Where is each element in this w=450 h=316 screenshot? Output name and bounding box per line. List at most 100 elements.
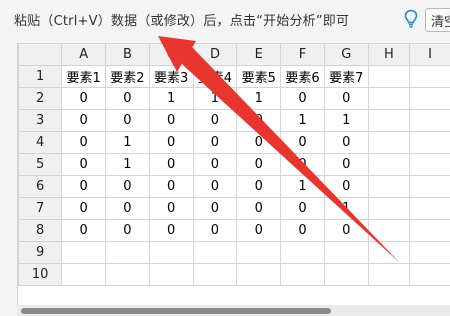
grid-cell[interactable]: 要素4 — [192, 65, 238, 88]
grid-cell[interactable]: 0 — [105, 197, 150, 220]
row-header[interactable]: 3 — [17, 109, 63, 132]
grid-cell[interactable] — [323, 263, 369, 286]
grid-cell[interactable]: 0 — [236, 175, 282, 198]
row-header[interactable]: 1 — [17, 65, 63, 88]
grid-cell[interactable]: 0 — [236, 109, 282, 132]
grid-cell[interactable] — [409, 263, 450, 286]
grid-cell[interactable] — [367, 263, 411, 286]
grid-cell[interactable]: 0 — [192, 219, 238, 242]
grid-cell[interactable]: 0 — [105, 109, 150, 132]
grid-cell[interactable] — [192, 241, 238, 264]
grid-cell[interactable]: 1 — [148, 87, 194, 110]
grid-cell[interactable] — [409, 153, 450, 176]
row-header[interactable]: 6 — [17, 175, 63, 198]
grid-cell[interactable]: 0 — [280, 87, 325, 110]
grid-cell[interactable]: 0 — [105, 87, 150, 110]
column-header-b[interactable]: B — [105, 43, 150, 66]
grid-cell[interactable]: 0 — [61, 175, 107, 198]
grid-cell[interactable]: 0 — [323, 131, 369, 154]
grid-cell[interactable]: 要素7 — [323, 65, 369, 88]
grid-cell[interactable]: 0 — [192, 175, 238, 198]
grid-cell[interactable]: 0 — [323, 153, 369, 176]
grid-cell[interactable] — [409, 87, 450, 110]
row-header[interactable]: 4 — [17, 131, 63, 154]
grid-cell[interactable] — [367, 153, 411, 176]
lightbulb-icon[interactable] — [404, 9, 418, 29]
grid-cell[interactable] — [367, 197, 411, 220]
grid-cell[interactable]: 1 — [323, 197, 369, 220]
grid-cell[interactable]: 0 — [280, 131, 325, 154]
grid-cell[interactable]: 0 — [192, 197, 238, 220]
grid-cell[interactable] — [409, 109, 450, 132]
grid-cell[interactable]: 1 — [192, 87, 238, 110]
row-header[interactable]: 10 — [17, 263, 63, 286]
grid-cell[interactable]: 1 — [280, 109, 325, 132]
grid-cell[interactable]: 1 — [105, 153, 150, 176]
grid-cell[interactable] — [236, 263, 282, 286]
grid-cell[interactable] — [280, 263, 325, 286]
grid-cell[interactable] — [105, 263, 150, 286]
grid-cell[interactable]: 0 — [236, 197, 282, 220]
grid-cell[interactable]: 要素1 — [61, 65, 107, 88]
grid-cell[interactable]: 要素6 — [280, 65, 325, 88]
corner-cell[interactable] — [17, 43, 63, 66]
grid-cell[interactable] — [409, 131, 450, 154]
column-header-d[interactable]: D — [192, 43, 238, 66]
grid-cell[interactable]: 0 — [323, 87, 369, 110]
grid-cell[interactable]: 1 — [236, 87, 282, 110]
grid-cell[interactable] — [409, 175, 450, 198]
grid-cell[interactable]: 0 — [236, 153, 282, 176]
grid-cell[interactable]: 0 — [61, 153, 107, 176]
grid-cell[interactable]: 0 — [61, 131, 107, 154]
grid-cell[interactable] — [61, 263, 107, 286]
grid-cell[interactable] — [409, 197, 450, 220]
column-header-a[interactable]: A — [61, 43, 107, 66]
grid-cell[interactable] — [367, 65, 411, 88]
grid-cell[interactable] — [61, 241, 107, 264]
horizontal-scrollbar[interactable] — [17, 305, 450, 316]
grid-cell[interactable]: 0 — [61, 219, 107, 242]
grid-cell[interactable]: 要素5 — [236, 65, 282, 88]
grid-cell[interactable]: 0 — [236, 131, 282, 154]
column-header-h[interactable]: H — [367, 43, 411, 66]
row-header[interactable]: 5 — [17, 153, 63, 176]
grid-cell[interactable]: 0 — [323, 175, 369, 198]
grid-cell[interactable] — [367, 175, 411, 198]
row-header[interactable]: 7 — [17, 197, 63, 220]
column-header-e[interactable]: E — [236, 43, 282, 66]
grid-cell[interactable]: 0 — [105, 219, 150, 242]
grid-cell[interactable] — [367, 219, 411, 242]
grid-cell[interactable]: 0 — [236, 219, 282, 242]
grid-cell[interactable]: 要素3 — [148, 65, 194, 88]
grid-cell[interactable]: 0 — [105, 175, 150, 198]
grid-cell[interactable] — [280, 241, 325, 264]
column-header-c[interactable]: C — [148, 43, 194, 66]
column-header-f[interactable]: F — [280, 43, 325, 66]
grid-cell[interactable] — [367, 241, 411, 264]
grid-cell[interactable]: 0 — [61, 109, 107, 132]
grid-cell[interactable]: 0 — [148, 197, 194, 220]
grid-cell[interactable] — [105, 241, 150, 264]
grid-cell[interactable]: 1 — [280, 175, 325, 198]
grid-cell[interactable]: 0 — [61, 197, 107, 220]
grid-cell[interactable] — [409, 219, 450, 242]
grid-cell[interactable] — [367, 131, 411, 154]
grid-cell[interactable]: 0 — [148, 109, 194, 132]
grid-cell[interactable]: 0 — [61, 87, 107, 110]
column-header-g[interactable]: G — [323, 43, 369, 66]
grid-cell[interactable]: 0 — [148, 219, 194, 242]
grid-cell[interactable] — [409, 65, 450, 88]
grid-cell[interactable]: 0 — [280, 219, 325, 242]
grid-cell[interactable]: 0 — [192, 131, 238, 154]
grid-cell[interactable] — [409, 241, 450, 264]
grid-cell[interactable]: 0 — [280, 197, 325, 220]
grid-cell[interactable]: 0 — [280, 153, 325, 176]
grid-cell[interactable]: 1 — [323, 109, 369, 132]
grid-cell[interactable] — [323, 241, 369, 264]
grid-cell[interactable] — [148, 263, 194, 286]
row-header[interactable]: 8 — [17, 219, 63, 242]
grid-cell[interactable] — [192, 263, 238, 286]
grid-cell[interactable]: 要素2 — [105, 65, 150, 88]
grid-cell[interactable]: 0 — [192, 109, 238, 132]
clear-button[interactable]: 清空 — [425, 8, 450, 32]
